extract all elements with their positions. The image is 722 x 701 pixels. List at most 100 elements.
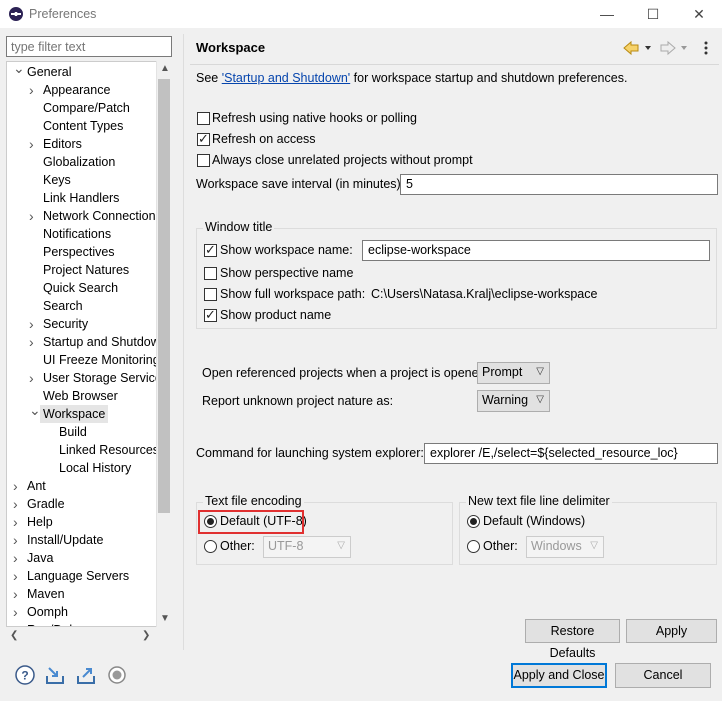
record-icon[interactable]	[106, 664, 128, 686]
tree-item[interactable]: › Oomph	[7, 603, 157, 621]
tree-item-label: Maven	[27, 587, 65, 601]
tree-item[interactable]: UI Freeze Monitoring	[7, 351, 160, 369]
tree-item[interactable]: › Network Connections	[7, 207, 162, 225]
open-referenced-select[interactable]: Prompt ▽	[477, 362, 550, 384]
restore-defaults-button[interactable]: Restore Defaults	[525, 619, 620, 660]
tree-item-label: Editors	[43, 137, 82, 151]
tree-item[interactable]: Build	[7, 423, 157, 441]
chevron-right-icon[interactable]: ›	[29, 135, 39, 153]
chevron-right-icon[interactable]: ›	[29, 369, 39, 387]
preference-tree[interactable]: ⌄ General › Appearance Compare/Patch Content …	[6, 61, 172, 627]
encoding-other-value: UTF-8	[268, 539, 304, 553]
open-referenced-value: Prompt	[482, 365, 523, 379]
refresh-native-checkbox[interactable]	[197, 112, 210, 125]
tree-item[interactable]: › Install/Update	[7, 531, 157, 549]
chevron-right-icon[interactable]: ›	[29, 81, 39, 99]
show-perspective-name-checkbox[interactable]	[204, 267, 217, 280]
back-dropdown-icon[interactable]	[645, 46, 651, 50]
scroll-up-arrow-icon[interactable]: ▲	[160, 63, 170, 74]
scroll-left-arrow-icon[interactable]: ❮	[10, 630, 18, 641]
tree-item[interactable]: › Security	[7, 315, 157, 333]
forward-dropdown-icon[interactable]	[681, 46, 687, 50]
chevron-right-icon[interactable]: ›	[13, 495, 23, 513]
forward-arrow-icon[interactable]	[660, 40, 676, 56]
tree-item[interactable]: › Maven	[7, 585, 157, 603]
save-interval-input[interactable]: 5	[400, 174, 718, 195]
tree-item[interactable]: Link Handlers	[7, 189, 157, 207]
back-arrow-icon[interactable]	[623, 40, 639, 56]
tree-item[interactable]: Local History	[7, 459, 157, 477]
tree-item-label: Security	[43, 317, 89, 331]
chevron-right-icon[interactable]: ›	[13, 531, 23, 549]
explorer-command-input[interactable]: explorer /E,/select=${selected_resource_…	[424, 443, 718, 464]
tree-item-label: UI Freeze Monitoring	[43, 353, 160, 367]
chevron-right-icon[interactable]: ›	[13, 621, 23, 626]
tree-item[interactable]: Keys	[7, 171, 157, 189]
tree-item[interactable]: › Help	[7, 513, 157, 531]
show-workspace-name-checkbox[interactable]	[204, 242, 217, 258]
always-close-checkbox[interactable]	[197, 154, 210, 167]
chevron-right-icon[interactable]: ›	[29, 207, 39, 225]
tree-item[interactable]: Notifications	[7, 225, 157, 243]
view-menu-icon[interactable]	[704, 41, 708, 55]
scroll-right-arrow-icon[interactable]: ❯	[142, 630, 150, 641]
tree-item[interactable]: › Gradle	[7, 495, 157, 513]
import-icon[interactable]	[44, 664, 66, 686]
chevron-down-icon[interactable]: ⌄	[13, 62, 25, 77]
chevron-right-icon[interactable]: ›	[29, 333, 39, 351]
show-full-path-checkbox[interactable]	[204, 288, 217, 301]
filter-input[interactable]	[6, 36, 172, 57]
tree-item[interactable]: Perspectives	[7, 243, 157, 261]
tree-item[interactable]: Compare/Patch	[7, 99, 157, 117]
tree-item[interactable]: ⌄ General	[7, 62, 157, 81]
encoding-other-radio[interactable]	[204, 540, 217, 553]
show-product-name-checkbox[interactable]	[204, 307, 217, 323]
tree-item[interactable]: › Startup and Shutdown	[7, 333, 167, 351]
unknown-nature-select[interactable]: Warning ▽	[477, 390, 550, 412]
delimiter-default-radio[interactable]	[467, 515, 480, 528]
help-icon[interactable]: ?	[14, 664, 36, 686]
tree-item[interactable]: Quick Search	[7, 279, 157, 297]
chevron-right-icon[interactable]: ›	[29, 315, 39, 333]
close-button[interactable]: ✕	[676, 0, 722, 28]
show-product-name-label: Show product name	[220, 308, 332, 322]
export-icon[interactable]	[75, 664, 97, 686]
tree-item-label: Quick Search	[43, 281, 119, 295]
line-delimiter-label: New text file line delimiter	[466, 494, 612, 508]
tree-item[interactable]: Project Natures	[7, 261, 157, 279]
maximize-button[interactable]: ☐	[630, 0, 676, 28]
tree-item[interactable]: › Ant	[7, 477, 157, 495]
tree-item[interactable]: Globalization	[7, 153, 157, 171]
chevron-right-icon[interactable]: ›	[13, 549, 23, 567]
chevron-right-icon[interactable]: ›	[13, 477, 23, 495]
startup-shutdown-link[interactable]: 'Startup and Shutdown'	[222, 71, 350, 85]
apply-button[interactable]: Apply	[626, 619, 717, 643]
chevron-right-icon[interactable]: ›	[13, 603, 23, 621]
chevron-right-icon[interactable]: ›	[13, 585, 23, 603]
tree-item[interactable]: › User Storage Service	[7, 369, 162, 387]
tree-item[interactable]: Search	[7, 297, 157, 315]
workspace-name-input[interactable]: eclipse-workspace	[362, 240, 710, 261]
text-file-encoding-label: Text file encoding	[203, 494, 304, 508]
tree-item-label: General	[27, 65, 72, 79]
tree-item[interactable]: › Appearance	[7, 81, 157, 99]
minimize-button[interactable]: —	[584, 0, 630, 28]
tree-item[interactable]: ⌄ Workspace	[7, 402, 157, 423]
apply-and-close-button[interactable]: Apply and Close	[511, 663, 607, 688]
scroll-down-arrow-icon[interactable]: ▼	[160, 613, 170, 624]
tree-item[interactable]: › Language Servers	[7, 567, 157, 585]
tree-item[interactable]: › Editors	[7, 135, 157, 153]
refresh-on-access-checkbox[interactable]	[197, 131, 210, 147]
delimiter-other-radio[interactable]	[467, 540, 480, 553]
chevron-down-icon[interactable]: ⌄	[29, 401, 41, 419]
tree-item[interactable]: › Java	[7, 549, 157, 567]
highlight-box	[198, 510, 304, 534]
tree-item[interactable]: Linked Resources	[7, 441, 159, 459]
tree-item[interactable]: › Run/Debug	[7, 621, 157, 626]
intro-text: See 'Startup and Shutdown' for workspace…	[196, 71, 628, 85]
tree-item[interactable]: Content Types	[7, 117, 157, 135]
chevron-right-icon[interactable]: ›	[13, 567, 23, 585]
cancel-button[interactable]: Cancel	[615, 663, 711, 688]
tree-scroll-thumb[interactable]	[158, 79, 170, 513]
chevron-right-icon[interactable]: ›	[13, 513, 23, 531]
